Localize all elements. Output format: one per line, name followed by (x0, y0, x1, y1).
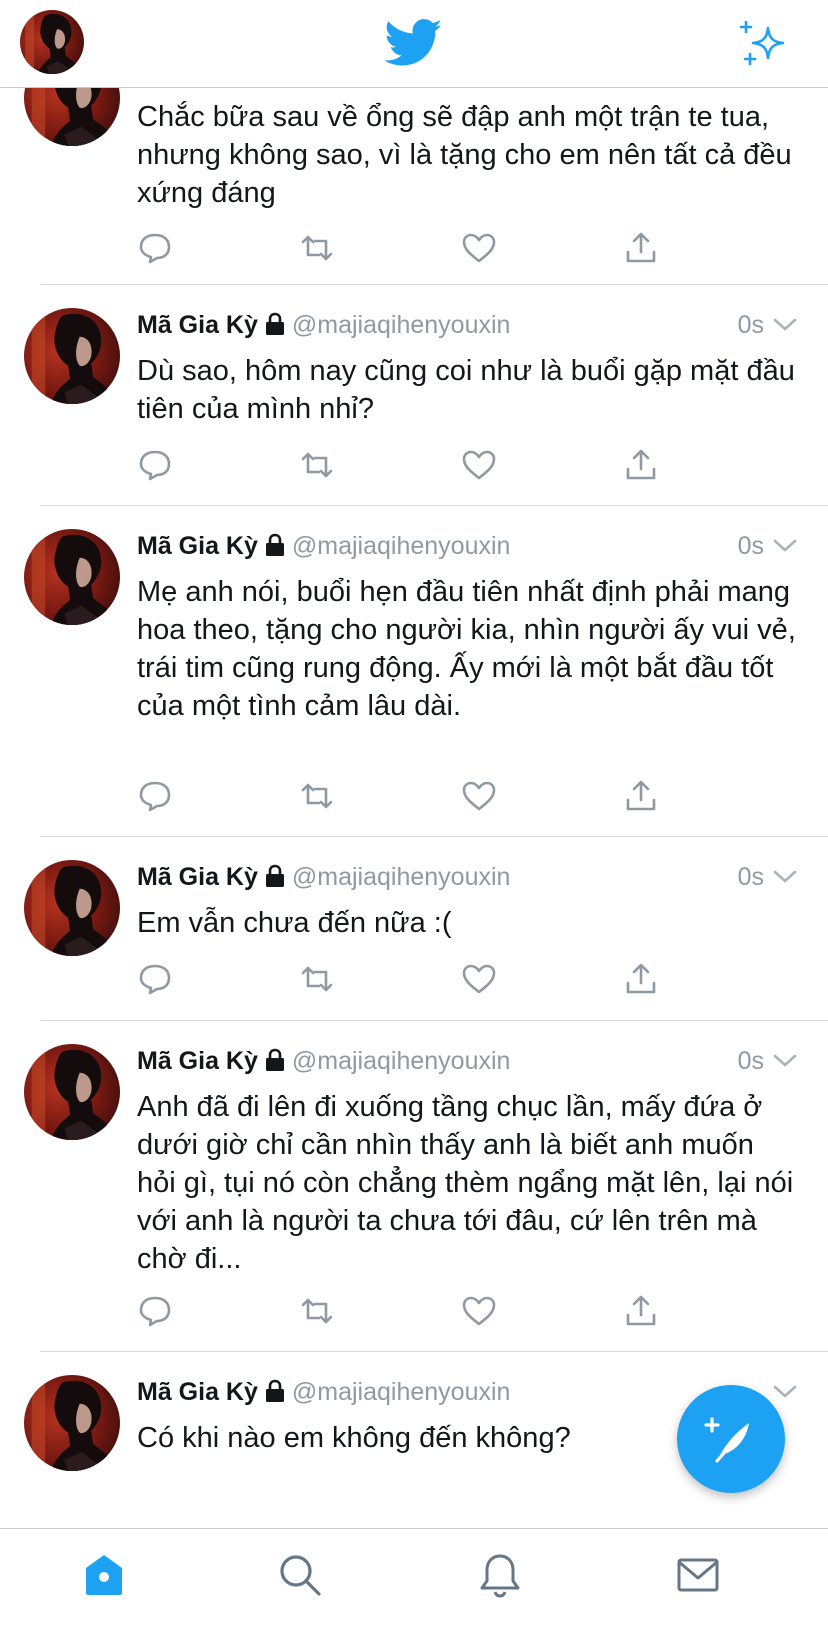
reply-icon[interactable] (137, 961, 173, 997)
share-icon[interactable] (623, 778, 659, 814)
username[interactable]: @majiaqihenyouxin (292, 532, 511, 560)
chevron-down-icon[interactable] (772, 534, 798, 558)
reply-icon[interactable] (137, 447, 173, 483)
lock-icon (265, 1048, 284, 1071)
display-name[interactable]: Mã Gia Kỳ (137, 311, 258, 339)
reply-icon[interactable] (137, 778, 173, 814)
tweet-text: Chắc bữa sau về ổng sẽ đập anh một trận … (137, 101, 792, 209)
like-icon[interactable] (461, 778, 497, 814)
avatar[interactable] (24, 88, 120, 146)
tweet-actions (137, 447, 677, 487)
share-icon[interactable] (623, 1293, 659, 1329)
display-name[interactable]: Mã Gia Kỳ (137, 532, 258, 560)
lock-icon (265, 864, 284, 887)
tweet[interactable]: Mã Gia Kỳ @majiaqihenyouxin 0s Dù sao, hô… (0, 285, 828, 506)
lock-icon (265, 533, 284, 556)
tweet-actions (137, 1293, 677, 1333)
avatar[interactable] (24, 1044, 120, 1140)
compose-tweet-icon (704, 1417, 749, 1463)
retweet-icon[interactable] (299, 961, 335, 997)
display-name[interactable]: Mã Gia Kỳ (137, 1378, 258, 1406)
retweet-icon[interactable] (299, 778, 335, 814)
home-timeline: Chắc bữa sau về ổng sẽ đập anh một trận … (0, 88, 828, 1528)
share-icon[interactable] (623, 447, 659, 483)
timestamp: 0s (737, 532, 764, 560)
chevron-down-icon[interactable] (772, 1380, 798, 1404)
timestamp: 0s (737, 863, 764, 891)
retweet-icon[interactable] (299, 1293, 335, 1329)
username[interactable]: @majiaqihenyouxin (292, 1378, 511, 1406)
tweet-header: Mã Gia Kỳ @majiaqihenyouxin 0s (137, 526, 798, 566)
tweet-text: Em vẫn chưa đến nữa :( (137, 907, 452, 939)
tweet-header: Mã Gia Kỳ @majiaqihenyouxin 0s (137, 305, 798, 345)
like-icon[interactable] (461, 447, 497, 483)
bottom-tab-bar (0, 1528, 828, 1628)
chevron-down-icon[interactable] (772, 313, 798, 337)
timestamp: 0s (737, 1047, 764, 1075)
timestamp: 0s (737, 311, 764, 339)
chevron-down-icon[interactable] (772, 1049, 798, 1073)
like-icon[interactable] (461, 230, 497, 266)
avatar[interactable] (24, 529, 120, 625)
share-icon[interactable] (623, 230, 659, 266)
notifications-icon[interactable] (476, 1551, 524, 1599)
tweet[interactable]: Chắc bữa sau về ổng sẽ đập anh một trận … (0, 88, 828, 285)
tweet-header: Mã Gia Kỳ @majiaqihenyouxin 0s (137, 1041, 798, 1081)
retweet-icon[interactable] (299, 447, 335, 483)
profile-avatar[interactable] (20, 10, 84, 74)
username[interactable]: @majiaqihenyouxin (292, 1047, 511, 1075)
like-icon[interactable] (461, 1293, 497, 1329)
tweet-text: Anh đã đi lên đi xuống tầng chục lần, mấ… (137, 1091, 794, 1275)
chevron-down-icon[interactable] (772, 865, 798, 889)
messages-icon[interactable] (674, 1551, 722, 1599)
avatar[interactable] (24, 1375, 120, 1471)
tweet-text: Dù sao, hôm nay cũng coi như là buổi gặp… (137, 355, 795, 425)
tweet-text: Mẹ anh nói, buổi hẹn đầu tiên nhất định … (137, 576, 796, 722)
avatar[interactable] (24, 308, 120, 404)
avatar[interactable] (24, 860, 120, 956)
twitter-bird-icon (384, 18, 443, 68)
home-icon[interactable] (80, 1551, 128, 1599)
reply-icon[interactable] (137, 1293, 173, 1329)
compose-tweet-button[interactable] (677, 1385, 785, 1493)
lock-icon (265, 1379, 284, 1402)
tweet[interactable]: Mã Gia Kỳ @majiaqihenyouxin 0s Anh đã đi … (0, 1021, 828, 1352)
tweet[interactable]: Mã Gia Kỳ @majiaqihenyouxin 0s Mẹ anh nói… (0, 506, 828, 837)
tweet-actions (137, 961, 677, 1001)
lock-icon (265, 312, 284, 335)
reply-icon[interactable] (137, 230, 173, 266)
retweet-icon[interactable] (299, 230, 335, 266)
sparkle-icon[interactable] (738, 18, 788, 68)
tweet[interactable]: Mã Gia Kỳ @majiaqihenyouxin 0s Em vẫn chư… (0, 837, 828, 1021)
top-navigation-bar (0, 0, 828, 88)
username[interactable]: @majiaqihenyouxin (292, 311, 511, 339)
share-icon[interactable] (623, 961, 659, 997)
like-icon[interactable] (461, 961, 497, 997)
search-icon[interactable] (276, 1551, 324, 1599)
tweet-header: Mã Gia Kỳ @majiaqihenyouxin 0s (137, 857, 798, 897)
username[interactable]: @majiaqihenyouxin (292, 863, 511, 891)
tweet-actions (137, 778, 677, 818)
display-name[interactable]: Mã Gia Kỳ (137, 1047, 258, 1075)
tweet-actions (137, 230, 677, 270)
display-name[interactable]: Mã Gia Kỳ (137, 863, 258, 891)
